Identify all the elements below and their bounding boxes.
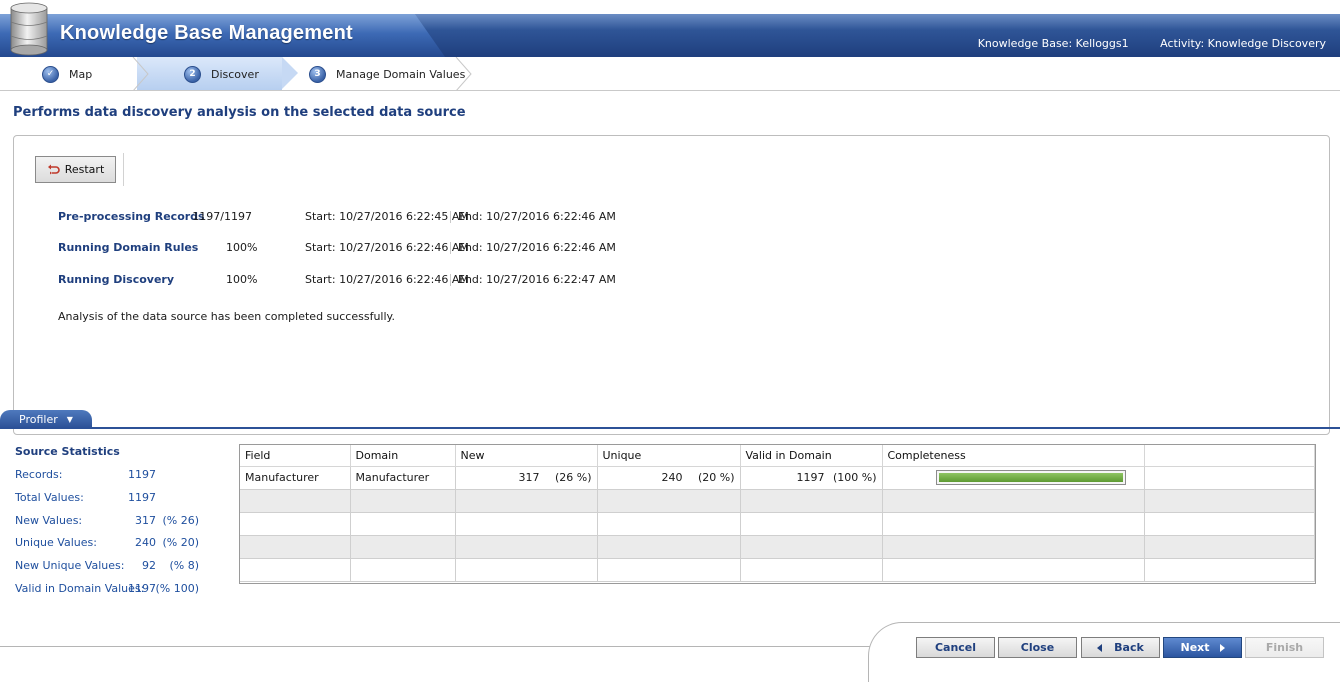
close-button[interactable]: Close	[998, 637, 1077, 658]
step-label: Discover	[211, 67, 259, 81]
step-number-icon: 3	[309, 65, 326, 83]
step-separator-chevron	[132, 57, 149, 91]
footer-divider	[0, 646, 870, 647]
progress-start-time: Start: 10/27/2016 6:22:45 AM	[305, 210, 469, 223]
column-header-domain[interactable]: Domain	[350, 445, 456, 467]
cell-valid: 1197 (100 %)	[740, 466, 883, 490]
column-header-field[interactable]: Field	[240, 445, 351, 467]
completeness-bar-fill	[938, 473, 1123, 482]
stat-label: Total Values:	[15, 490, 84, 504]
progress-separator	[450, 242, 451, 254]
step-label: Map	[69, 67, 93, 81]
finish-button[interactable]: Finish	[1245, 637, 1324, 658]
wizard-steps: ✓ Map 2 Discover 3 Manage Domain Values	[0, 57, 1340, 91]
arrow-left-icon	[1097, 643, 1103, 652]
next-button[interactable]: Next	[1163, 637, 1242, 658]
source-statistics-title: Source Statistics	[15, 445, 120, 458]
step-label: Manage Domain Values	[336, 67, 466, 81]
restart-button[interactable]: Restart	[35, 156, 116, 183]
knowledge-base-label: Knowledge Base: Kelloggs1	[977, 37, 1129, 50]
column-header-valid[interactable]: Valid in Domain	[740, 445, 883, 467]
cell-domain: Manufacturer	[350, 466, 456, 490]
progress-label: Running Discovery	[58, 273, 175, 286]
table-row	[240, 489, 1315, 513]
progress-start-time: Start: 10/27/2016 6:22:46 AM	[305, 241, 469, 254]
step-number-icon: 2	[184, 65, 201, 83]
cell-empty	[1144, 466, 1315, 490]
back-button[interactable]: Back	[1081, 637, 1160, 658]
discovery-panel: Restart Pre-processing Records 1197/1197…	[13, 135, 1330, 435]
cell-completeness	[882, 466, 1145, 490]
progress-label: Running Domain Rules	[58, 241, 199, 254]
page-title: Performs data discovery analysis on the …	[13, 105, 466, 120]
database-icon	[10, 2, 48, 56]
progress-end-time: End: 10/27/2016 6:22:46 AM	[458, 241, 616, 254]
grid-header-row: Field Domain New Unique Valid in Domain …	[240, 445, 1315, 467]
table-row[interactable]: Manufacturer Manufacturer 317 (26 %) 240(…	[240, 466, 1315, 490]
progress-label: Pre-processing Records	[58, 210, 205, 223]
stat-label: New Unique Values:	[15, 559, 125, 573]
app-title: Knowledge Base Management	[60, 22, 353, 44]
cancel-button[interactable]: Cancel	[916, 637, 995, 658]
restart-icon	[47, 164, 60, 174]
profiler-grid[interactable]: Field Domain New Unique Valid in Domain …	[239, 444, 1316, 584]
stat-label: Records:	[15, 468, 63, 481]
progress-end-time: End: 10/27/2016 6:22:46 AM	[458, 210, 616, 223]
completion-message: Analysis of the data source has been com…	[58, 310, 395, 323]
restart-label: Restart	[64, 163, 105, 176]
step-map[interactable]: ✓ Map	[42, 57, 92, 91]
activity-label: Activity: Knowledge Discovery	[1160, 37, 1326, 50]
progress-separator	[450, 211, 451, 223]
table-row	[240, 558, 1315, 582]
profiler-label: Profiler	[19, 412, 58, 426]
step-discover[interactable]: 2 Discover	[184, 57, 259, 91]
column-header-new[interactable]: New	[455, 445, 598, 467]
profiler-divider	[0, 427, 1340, 429]
stat-label: New Values:	[15, 513, 83, 527]
app-header: Knowledge Base Management Knowledge Base…	[0, 0, 1340, 57]
column-header-completeness[interactable]: Completeness	[882, 445, 1145, 467]
stat-label: Unique Values:	[15, 536, 97, 550]
toolbar-separator	[123, 153, 124, 186]
table-row	[240, 512, 1315, 536]
step-manage-domain-values[interactable]: 3 Manage Domain Values	[309, 57, 465, 91]
table-row	[240, 535, 1315, 559]
progress-start-time: Start: 10/27/2016 6:22:46 AM	[305, 273, 469, 286]
stat-label: Valid in Domain Values:	[15, 582, 145, 595]
chevron-down-icon: ▼	[66, 414, 73, 424]
column-header-empty	[1144, 445, 1315, 467]
header-info: Knowledge Base: Kelloggs1 Activity: Know…	[950, 37, 1326, 50]
checkmark-icon: ✓	[42, 65, 59, 83]
progress-end-time: End: 10/27/2016 6:22:47 AM	[458, 273, 616, 286]
completeness-bar	[935, 470, 1126, 485]
profiler-toggle[interactable]: Profiler ▼	[0, 410, 92, 428]
cell-new: 317 (26 %)	[455, 466, 598, 490]
arrow-right-icon	[1219, 643, 1225, 652]
cell-unique: 240 (20 %)	[597, 466, 741, 490]
cell-field: Manufacturer	[240, 466, 351, 490]
progress-separator	[450, 274, 451, 286]
column-header-unique[interactable]: Unique	[597, 445, 741, 467]
